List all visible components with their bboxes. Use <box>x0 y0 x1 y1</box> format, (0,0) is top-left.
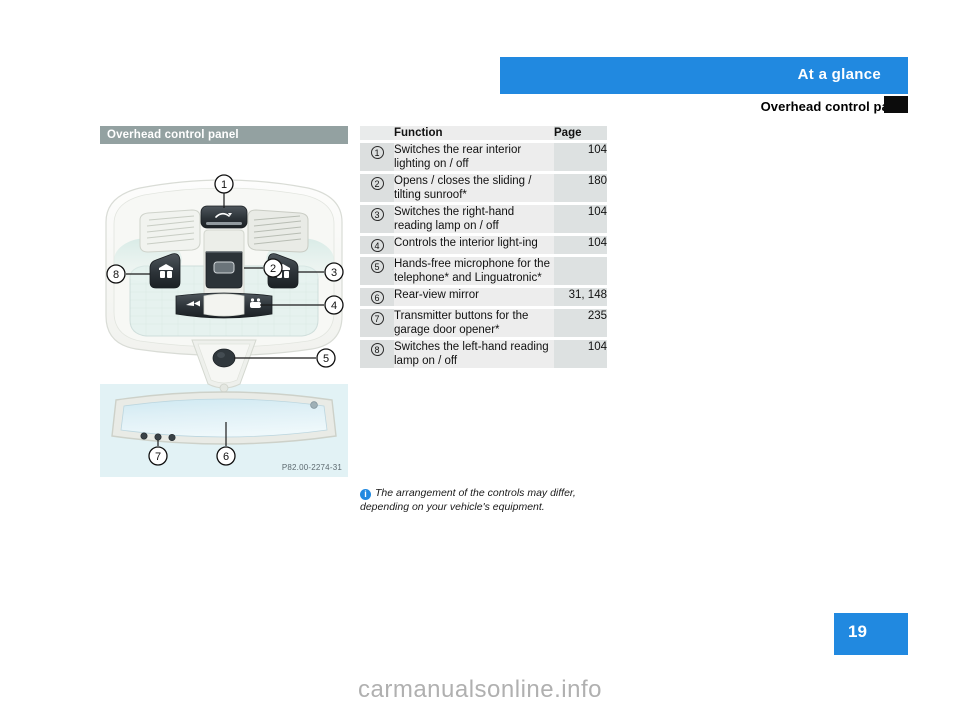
svg-text:2: 2 <box>270 263 276 275</box>
table-row: 5 Hands-free microphone for the telephon… <box>360 257 607 285</box>
figure-illustration: 1 2 3 4 5 6 7 8 P82.00-2274-31 <box>100 144 348 477</box>
row-function-cell: Controls the interior light-ing <box>394 236 554 254</box>
row-function-cell: Switches the rear interior lighting on /… <box>394 143 554 171</box>
row-function-cell: Hands-free microphone for the telephone*… <box>394 257 554 285</box>
chapter-header-band: At a glance <box>500 57 908 94</box>
row-number-cell: 4 <box>360 236 394 254</box>
table-row: 2 Opens / closes the sliding / tilting s… <box>360 174 607 202</box>
svg-text:5: 5 <box>323 353 329 365</box>
svg-text:4: 4 <box>331 300 337 312</box>
svg-text:3: 3 <box>331 267 337 279</box>
row-page-cell[interactable]: 235 <box>554 309 607 337</box>
function-page-table: Function Page 1 Switches the rear interi… <box>360 126 607 368</box>
svg-text:7: 7 <box>155 451 161 463</box>
row-page-cell[interactable]: 31, 148 <box>554 288 607 306</box>
site-watermark: carmanualsonline.info <box>358 676 602 703</box>
figure-caption-label: Overhead control panel <box>107 129 239 141</box>
table-row: 8 Switches the left-hand reading lamp on… <box>360 340 607 368</box>
row-number-cell: 5 <box>360 257 394 285</box>
row-number-cell: 6 <box>360 288 394 306</box>
callout-badge: 3 <box>370 208 384 221</box>
table-row: 3 Switches the right-hand reading lamp o… <box>360 205 607 233</box>
row-function-cell: Switches the left-hand reading lamp on /… <box>394 340 554 368</box>
callout-badge: 2 <box>370 177 384 190</box>
figure-caption-bar: Overhead control panel <box>100 126 348 144</box>
note-block: i The arrangement of the controls may dif… <box>360 486 610 514</box>
chapter-thumb-marker <box>884 96 908 113</box>
callout-badge: 4 <box>370 239 384 252</box>
table-row: 4 Controls the interior light-ing 104 <box>360 236 607 254</box>
chapter-title: At a glance <box>797 66 881 83</box>
row-page-cell[interactable]: 104 <box>554 340 607 368</box>
figure-reference-code: P82.00-2274-31 <box>281 463 342 472</box>
table-row: 6 Rear-view mirror 31, 148 <box>360 288 607 306</box>
row-function-cell: Rear-view mirror <box>394 288 554 306</box>
table-row: 1 Switches the rear interior lighting on… <box>360 143 607 171</box>
row-function-cell: Opens / closes the sliding / tilting sun… <box>394 174 554 202</box>
page-number: 19 <box>848 622 867 641</box>
figure-panel: Overhead control panel 1 2 3 4 5 6 7 8 P… <box>100 126 348 477</box>
row-number-cell: 2 <box>360 174 394 202</box>
callout-badge: 1 <box>370 146 384 159</box>
page-number-tab: 19 <box>834 613 908 655</box>
overhead-control-panel-illustration: 1 2 3 4 5 6 7 8 <box>100 144 348 477</box>
svg-text:6: 6 <box>223 451 229 463</box>
row-page-cell[interactable]: 104 <box>554 205 607 233</box>
row-number-cell: 8 <box>360 340 394 368</box>
info-icon: i <box>360 489 371 500</box>
callout-badge: 5 <box>370 260 384 273</box>
column-header-number <box>360 126 394 140</box>
callout-badge: 7 <box>370 312 384 325</box>
svg-text:8: 8 <box>113 269 119 281</box>
note-text: The arrangement of the controls may diff… <box>360 487 576 513</box>
table-header: Function Page <box>360 126 607 140</box>
table-header-row: Function Page <box>360 126 607 140</box>
row-page-cell[interactable]: 104 <box>554 143 607 171</box>
column-header-page: Page <box>554 126 607 140</box>
row-page-cell[interactable]: 104 <box>554 236 607 254</box>
row-number-cell: 1 <box>360 143 394 171</box>
table-body: 1 Switches the rear interior lighting on… <box>360 140 607 368</box>
callout-badge: 8 <box>370 343 384 356</box>
row-page-cell[interactable]: 180 <box>554 174 607 202</box>
row-function-cell: Transmitter buttons for the garage door … <box>394 309 554 337</box>
column-header-function: Function <box>394 126 554 140</box>
svg-text:1: 1 <box>221 179 227 191</box>
callout-badge: 6 <box>370 291 384 304</box>
row-number-cell: 7 <box>360 309 394 337</box>
row-number-cell: 3 <box>360 205 394 233</box>
row-page-cell <box>554 257 607 285</box>
row-function-cell: Switches the right-hand reading lamp on … <box>394 205 554 233</box>
table-row: 7 Transmitter buttons for the garage doo… <box>360 309 607 337</box>
